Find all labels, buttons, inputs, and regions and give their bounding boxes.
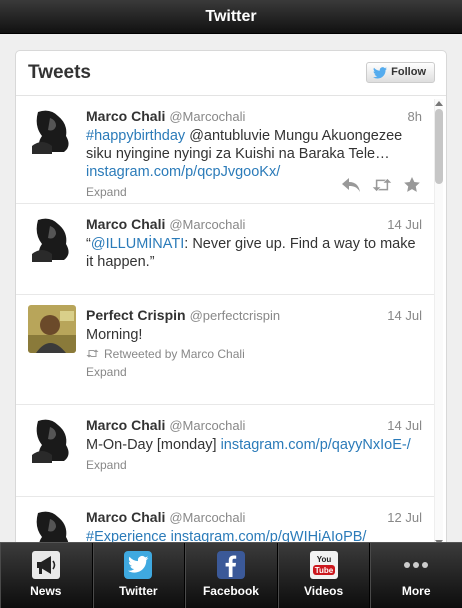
- megaphone-icon: [31, 551, 60, 579]
- retweeted-by-label[interactable]: Retweeted by Marco Chali: [104, 347, 245, 361]
- widget-header: Tweets Follow: [16, 51, 446, 96]
- author-handle[interactable]: @Marcochali: [169, 217, 245, 232]
- author-handle[interactable]: @Marcochali: [169, 418, 245, 433]
- tweet-item[interactable]: Marco Chali @Marcochali 14 Jul M-On-Day [mo…: [16, 405, 434, 497]
- tab-label: Videos: [304, 584, 344, 598]
- tweet-timestamp[interactable]: 12 Jul: [387, 510, 422, 525]
- app-title: Twitter: [205, 8, 257, 25]
- youtube-icon-text-top: You: [316, 555, 331, 564]
- tweet-item[interactable]: Marco Chali @Marcochali 8h #happybirthday @…: [16, 96, 434, 204]
- tweet-list[interactable]: Marco Chali @Marcochali 8h #happybirthday @…: [16, 96, 434, 549]
- scrollbar-thumb[interactable]: [435, 109, 443, 184]
- facebook-icon: [216, 551, 245, 579]
- youtube-icon-text-bottom: Tube: [314, 566, 333, 575]
- follow-label: Follow: [391, 66, 426, 78]
- follow-button[interactable]: Follow: [366, 62, 435, 83]
- tweet-text: “@ILLUMİNATI: Never give up. Find a way …: [86, 235, 422, 271]
- tab-label: More: [401, 584, 431, 598]
- avatar[interactable]: [28, 415, 76, 463]
- tweet-text: Morning!: [86, 326, 422, 344]
- app-title-bar: Twitter: [0, 0, 462, 34]
- author-name[interactable]: Marco Chali: [86, 108, 165, 124]
- author-handle[interactable]: @perfectcrispin: [190, 308, 281, 323]
- bottom-tab-bar: News Twitter Facebook You Tube Videos Mor…: [0, 542, 462, 608]
- author-name[interactable]: Marco Chali: [86, 417, 165, 433]
- tab-more[interactable]: More: [370, 543, 462, 608]
- avatar[interactable]: [28, 106, 76, 154]
- twitter-bird-icon: [124, 551, 153, 579]
- tweet-link[interactable]: #happybirthday: [86, 128, 185, 144]
- tweet-link[interactable]: instagram.com/p/qcpJvgooKx/: [86, 164, 280, 180]
- tweet-timestamp[interactable]: 14 Jul: [387, 308, 422, 323]
- tweet-link[interactable]: @ILLUMİNATI: [91, 236, 184, 252]
- scroll-up-arrow[interactable]: [435, 101, 443, 106]
- avatar[interactable]: [28, 305, 76, 353]
- avatar[interactable]: [28, 214, 76, 262]
- tweet-link[interactable]: instagram.com/p/qayyNxIoE-/: [221, 437, 411, 453]
- tab-videos[interactable]: You Tube Videos: [278, 543, 371, 608]
- author-name[interactable]: Marco Chali: [86, 216, 165, 232]
- tweet-timestamp[interactable]: 8h: [408, 109, 422, 124]
- expand-link[interactable]: Expand: [86, 365, 422, 379]
- scrollbar[interactable]: [433, 99, 444, 547]
- tweet-timestamp[interactable]: 14 Jul: [387, 217, 422, 232]
- favorite-star-icon[interactable]: [404, 177, 420, 197]
- tab-twitter[interactable]: Twitter: [93, 543, 186, 608]
- youtube-icon: You Tube: [309, 551, 338, 579]
- tab-label: Facebook: [202, 584, 259, 598]
- tab-label: Twitter: [119, 584, 158, 598]
- author-name[interactable]: Perfect Crispin: [86, 307, 186, 323]
- tab-news[interactable]: News: [0, 543, 93, 608]
- reply-icon[interactable]: [342, 177, 360, 197]
- tweet-text: M-On-Day [monday] instagram.com/p/qayyNx…: [86, 436, 422, 454]
- tweets-widget: Tweets Follow Marco Chali @Marcochali 8h #h…: [15, 50, 447, 550]
- tweet-text-segment: M-On-Day [monday]: [86, 437, 221, 453]
- expand-link[interactable]: Expand: [86, 458, 422, 472]
- author-name[interactable]: Marco Chali: [86, 509, 165, 525]
- tweet-timestamp[interactable]: 14 Jul: [387, 418, 422, 433]
- retweet-icon[interactable]: [372, 178, 392, 197]
- widget-title: Tweets: [28, 62, 92, 83]
- tab-facebook[interactable]: Facebook: [185, 543, 278, 608]
- tweet-item[interactable]: Perfect Crispin @perfectcrispin 14 Jul Morn…: [16, 295, 434, 405]
- retweet-icon: [86, 347, 99, 361]
- more-dots-icon: [402, 551, 430, 579]
- tweet-item[interactable]: Marco Chali @Marcochali 14 Jul “@ILLUMİNATI…: [16, 204, 434, 295]
- tweet-text-segment: Morning!: [86, 327, 143, 343]
- author-handle[interactable]: @Marcochali: [169, 510, 245, 525]
- tweet-text: #happybirthday @antubluvie Mungu Akuonge…: [86, 127, 422, 181]
- tab-label: News: [30, 584, 62, 598]
- author-handle[interactable]: @Marcochali: [169, 109, 245, 124]
- twitter-bird-icon: [373, 66, 388, 79]
